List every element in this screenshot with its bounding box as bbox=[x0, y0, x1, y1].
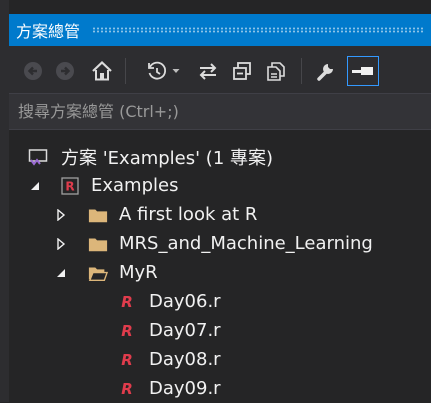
collapse-all-button[interactable] bbox=[229, 58, 255, 84]
file-label: Day09.r bbox=[149, 378, 221, 399]
toolbar-separator bbox=[301, 58, 302, 84]
file-label: Day08.r bbox=[149, 349, 221, 370]
tree-item-file[interactable]: R Day06.r bbox=[9, 287, 431, 316]
tree-item-project[interactable]: R Examples bbox=[9, 171, 431, 200]
sync-with-active-document-icon bbox=[199, 63, 217, 80]
chevron-down-icon bbox=[172, 69, 180, 73]
tree-item-solution[interactable]: 方案 'Examples' (1 專案) bbox=[9, 142, 431, 171]
search-box[interactable] bbox=[9, 93, 431, 130]
expanded-triangle-icon[interactable] bbox=[55, 267, 67, 279]
properties-button[interactable] bbox=[313, 58, 339, 84]
tree-item-file[interactable]: R Day07.r bbox=[9, 316, 431, 345]
tree-item-folder[interactable]: MyR bbox=[9, 258, 431, 287]
show-all-files-icon bbox=[267, 62, 285, 81]
folder-label: A first look at R bbox=[119, 204, 258, 225]
window-frame-left bbox=[0, 0, 9, 402]
r-file-icon: R bbox=[121, 379, 133, 398]
tree-item-folder[interactable]: MRS_and_Machine_Learning bbox=[9, 229, 431, 258]
home-button[interactable] bbox=[89, 58, 115, 84]
back-button[interactable] bbox=[21, 58, 45, 84]
solution-icon bbox=[28, 147, 48, 167]
collapsed-triangle-icon[interactable] bbox=[55, 237, 67, 250]
window-title: 方案總管 bbox=[16, 22, 81, 41]
titlebar-grip[interactable] bbox=[92, 27, 425, 33]
open-folder-icon bbox=[88, 263, 108, 283]
r-file-icon: R bbox=[121, 321, 133, 340]
show-all-files-button[interactable] bbox=[263, 58, 289, 84]
tree-item-folder[interactable]: A first look at R bbox=[9, 200, 431, 229]
preview-pin-icon bbox=[352, 67, 373, 75]
tree-item-file[interactable]: R Day08.r bbox=[9, 345, 431, 374]
solution-tree: 方案 'Examples' (1 專案) R Examples A first … bbox=[9, 130, 431, 402]
svg-text:R: R bbox=[65, 179, 74, 193]
wrench-icon bbox=[317, 64, 333, 81]
toolbar bbox=[9, 46, 431, 93]
collapse-all-icon bbox=[233, 62, 251, 80]
folder-label: MRS_and_Machine_Learning bbox=[119, 233, 373, 254]
folder-icon bbox=[88, 234, 108, 254]
pending-changes-filter-icon bbox=[148, 61, 167, 80]
home-icon bbox=[92, 60, 112, 81]
forward-button[interactable] bbox=[53, 58, 77, 84]
r-file-icon: R bbox=[121, 292, 133, 311]
preview-selected-items-button[interactable] bbox=[347, 56, 379, 86]
folder-label: MyR bbox=[119, 262, 158, 283]
tool-window-titlebar[interactable]: 方案總管 bbox=[9, 14, 431, 46]
back-arrow-icon bbox=[24, 62, 42, 80]
tree-item-file[interactable]: R Day09.r bbox=[9, 374, 431, 403]
sync-with-active-document-button[interactable] bbox=[195, 58, 221, 84]
collapsed-triangle-icon[interactable] bbox=[55, 208, 67, 221]
folder-icon bbox=[88, 205, 108, 225]
toolbar-separator bbox=[125, 58, 126, 84]
file-label: Day06.r bbox=[149, 291, 221, 312]
project-label: Examples bbox=[91, 175, 179, 196]
r-project-icon: R bbox=[60, 176, 80, 196]
solution-label: 方案 'Examples' (1 專案) bbox=[61, 147, 274, 169]
forward-arrow-icon bbox=[56, 62, 74, 80]
r-file-icon: R bbox=[121, 350, 133, 369]
expanded-triangle-icon[interactable] bbox=[29, 180, 41, 192]
search-input[interactable] bbox=[9, 94, 431, 129]
file-label: Day07.r bbox=[149, 320, 221, 341]
pending-changes-filter-button[interactable] bbox=[139, 58, 187, 84]
